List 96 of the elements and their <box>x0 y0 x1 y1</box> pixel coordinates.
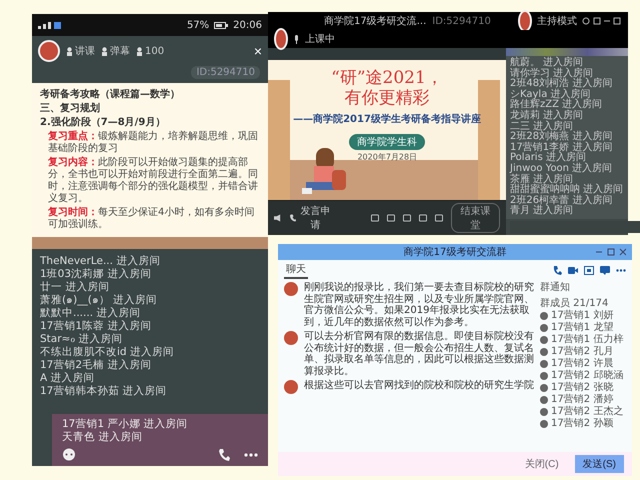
chat-message: A 进入房间 <box>40 372 96 384</box>
clock-time: 20:06 <box>233 20 262 30</box>
header-label: 100 <box>145 46 164 56</box>
chat-message: 请你学习 进入房间 <box>510 68 594 79</box>
organizer-label: 商学院学生科 <box>349 134 425 150</box>
person-icon <box>101 46 108 56</box>
chat-message: 17营销2毛楠 进入房间 <box>40 359 152 371</box>
avatar <box>518 10 532 32</box>
window-title: 商学院17级考研交流... <box>324 14 426 28</box>
chat-add-icon[interactable] <box>600 266 610 274</box>
slide-point: 复习重点：锻炼解题能力，培养解题思维，巩固基础阶段的复习 <box>47 131 259 155</box>
message-text: 可以去分析官网有限的数据信息。即使目标院校没有公布统计好的数据，但一般会公布招生人数、复试名单、拟录取名单等信息的，因此可以根据这些数据测算报录比。 <box>304 331 534 377</box>
message-text: 刚刚我说的报录比，我们第一要去查目标院校的研究生院官网或研究生招生网，以及专业所属学院官网、官方微信公众号。如果2019年报录比实在无法获取到，近几年的数据依然可以作为参考。 <box>304 282 534 328</box>
chat-message: 2班26柯幸蕾 进入房间 <box>510 196 614 206</box>
chat-message: 2班28刘梅燕 进入房间 <box>510 132 614 142</box>
battery-level: 57% <box>186 20 210 30</box>
header-label: 弹幕 <box>110 44 130 58</box>
battery-icon <box>214 22 228 28</box>
close-button[interactable]: 关闭(C) <box>518 456 565 472</box>
window-controls-icon[interactable] <box>582 17 622 25</box>
avatar <box>284 282 298 296</box>
chat-message: Star≈ℴ 进入房间 <box>40 333 124 345</box>
member-name[interactable]: 17营销1 伍力梓 <box>551 334 624 345</box>
avatar <box>284 331 298 345</box>
message-text: 根据这些可以去官网找到的院校和院校的研究生学院 <box>304 380 534 393</box>
member-name[interactable]: 17营销1 刘妍 <box>551 310 614 321</box>
member-name[interactable]: 17营销2 许晨 <box>551 358 614 369</box>
send-button[interactable]: 发送(S) <box>574 455 624 473</box>
chat-message: 17营销韩本孙茹 进入房间 <box>40 385 168 397</box>
window-title: 商学院17级考研交流群 <box>404 246 506 259</box>
close-button[interactable]: × <box>254 43 262 59</box>
end-class-button[interactable]: 结束课堂 <box>450 202 500 233</box>
chat-message: 17营销1 严小娜 进入房间 <box>62 418 189 430</box>
window-controls-icon[interactable] <box>596 248 626 256</box>
member-name[interactable]: 17营销2 孙颖 <box>551 418 614 429</box>
slide-headline: “研”途2021， <box>331 68 443 88</box>
slide-title: 考研备考攻略（课程篇—数学） <box>40 89 181 101</box>
apply-speak-button[interactable]: 发言申请 <box>290 204 334 232</box>
chat-message: 青月 进入房间 <box>510 206 574 217</box>
person-icon <box>136 46 143 56</box>
mode-label: 主持模式 <box>537 14 577 28</box>
chat-message: 1班03沈莉娜 进入房间 <box>40 268 152 280</box>
phone-icon <box>290 214 296 222</box>
slide-point: 复习内容：此阶段可以开始做习题集的提高部分，全书也可以开始对前段进行全面第二遍。同时，注意强调每个部分的强化题模型，并错合讲义复习。 <box>47 157 259 205</box>
signal-icon <box>38 21 62 29</box>
slide-point: 复习时间：每天至少保证4小时，如有多余时间可加强训练。 <box>47 207 256 231</box>
room-id: ID:5294710 <box>191 66 260 79</box>
member-name[interactable]: 17营销2 潘婷 <box>551 394 614 405</box>
chat-message: 17营销1陈蓉 进入房间 <box>40 320 152 332</box>
chat-message: 甜甜蜜蜜呐呐呐 进入房间 <box>510 185 624 196</box>
chat-message: 航蔚。 进入房间 <box>510 58 584 68</box>
share-screen-icon[interactable] <box>584 266 594 274</box>
chat-message: 廿一 进入房间 <box>40 281 110 293</box>
slide-subtitle: ——商学院2017级学生考研备考指导讲座 <box>293 112 481 126</box>
phone-icon[interactable] <box>553 266 562 274</box>
avatar <box>38 40 60 62</box>
video-icon[interactable] <box>568 266 578 274</box>
more-icon[interactable] <box>244 453 258 457</box>
chat-bubble-icon[interactable] <box>62 448 76 462</box>
header-label: 讲课 <box>75 44 95 58</box>
chat-message: 天青色 进入房间 <box>62 431 144 443</box>
chat-message: 二三 进入房间 <box>510 122 574 132</box>
chat-message: Polaris 进入房间 <box>510 153 586 164</box>
slide-stage: 2.强化阶段（7—8月/9月） <box>40 117 166 129</box>
chat-message: 默默中...... 进入房间 <box>40 307 142 319</box>
chat-input-field[interactable] <box>510 220 640 233</box>
phone-call-icon[interactable] <box>218 448 230 462</box>
chat-message: 萧雅(๑)__(๑） 进入房间 <box>40 294 158 306</box>
slide-headline: 有你更精彩 <box>344 88 430 108</box>
slide-section: 三、复习规划 <box>40 103 260 115</box>
speaker-icon[interactable] <box>274 214 282 222</box>
chat-message: TheNeverLe... 进入房间 <box>40 255 162 267</box>
avatar <box>274 28 288 50</box>
room-id: ID:5294710 <box>432 16 491 26</box>
person-icon <box>66 46 73 56</box>
avatar <box>284 380 298 394</box>
class-status: 上课中 <box>305 32 335 46</box>
member-name[interactable]: 17营销1 龙望 <box>551 322 614 333</box>
member-name[interactable]: 17营销2 王杰之 <box>551 406 624 417</box>
chat-message: 17营销1李娇 进入房间 <box>510 142 614 153</box>
chat-message: 2班48刘柯浩 进入房间 <box>510 79 614 90</box>
member-name[interactable]: 17营销2 孔月 <box>551 346 614 357</box>
member-name[interactable]: 17营销2 邱晓涵 <box>551 370 624 381</box>
chat-message: 龙靖莉 进入房间 <box>510 110 584 121</box>
more-icon[interactable] <box>616 268 626 272</box>
chat-tab[interactable]: 聊天 <box>284 261 308 279</box>
chat-message: Jinwoo Yoon 进入房间 <box>510 164 614 174</box>
notice-heading: 群通知 <box>540 282 571 293</box>
chat-message: 茶雁 进入房间 <box>510 174 574 185</box>
member-name[interactable]: 17营销2 张晓 <box>551 382 614 393</box>
chat-message: 不练出腹肌不改id 进入房间 <box>40 346 175 358</box>
slide-date: 2020年7月28日 <box>357 152 417 163</box>
chat-message: 路佳辉zZZ 进入房间 <box>510 100 604 110</box>
chat-message: シKayla 进入房间 <box>510 90 591 100</box>
member-count: 群成员 21/174 <box>540 298 610 309</box>
message-input-area[interactable]: 关闭(C) 发送(S) <box>278 452 632 476</box>
